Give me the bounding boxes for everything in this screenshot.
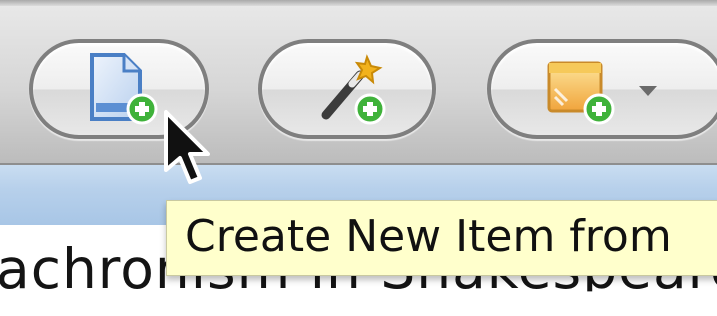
plus-badge-icon xyxy=(126,93,158,125)
plus-badge-icon xyxy=(583,93,615,125)
toolbar xyxy=(0,0,717,165)
new-document-icon xyxy=(86,51,166,131)
tooltip: Create New Item from xyxy=(166,200,717,276)
mouse-pointer-icon xyxy=(160,108,226,192)
media-button[interactable] xyxy=(487,39,717,139)
wand-button[interactable] xyxy=(258,39,436,139)
plus-badge-icon xyxy=(354,93,386,125)
chevron-down-icon[interactable] xyxy=(637,83,659,97)
tooltip-text: Create New Item from xyxy=(185,211,672,262)
media-folder-icon xyxy=(543,49,623,129)
magic-wand-icon xyxy=(312,49,392,129)
toolbar-top-divider xyxy=(0,0,717,6)
